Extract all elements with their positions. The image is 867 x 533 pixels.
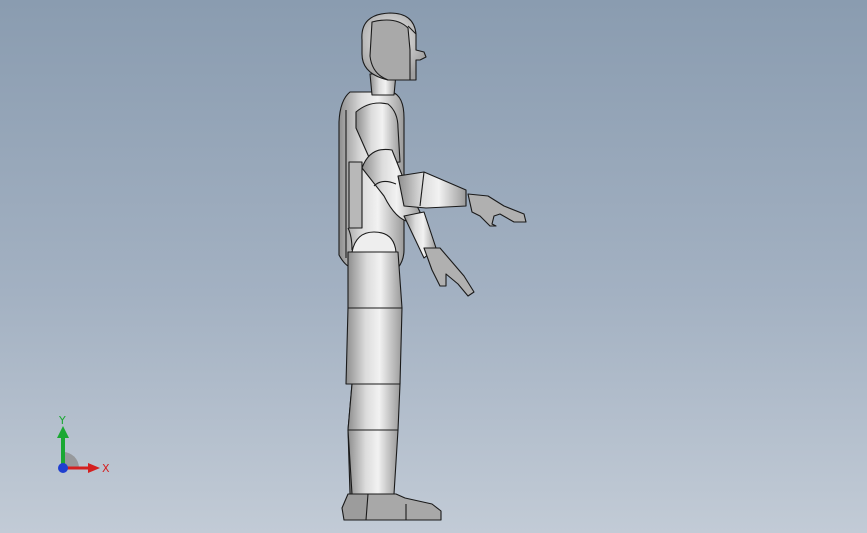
3d-viewport[interactable]: Y X [0, 0, 867, 533]
front-leg[interactable] [345, 251, 442, 521]
humanoid-model[interactable] [0, 0, 867, 533]
x-axis-label: X [102, 462, 110, 475]
axis-triad: Y X [57, 414, 110, 475]
lower-hand[interactable] [423, 247, 475, 297]
head[interactable] [361, 12, 427, 81]
y-axis-label: Y [58, 414, 66, 427]
forearm-upper[interactable] [397, 171, 467, 209]
upper-hand[interactable] [467, 193, 527, 227]
